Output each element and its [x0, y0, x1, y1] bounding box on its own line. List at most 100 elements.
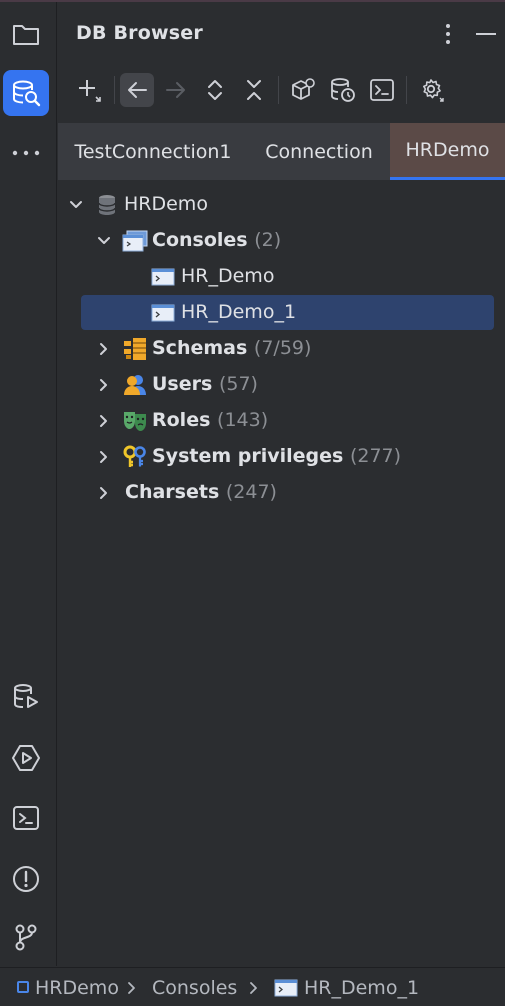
back-icon	[128, 82, 147, 98]
collapse-all-button[interactable]	[237, 73, 271, 107]
toolbar-separator	[278, 76, 279, 104]
database-icon	[94, 193, 120, 217]
database-tree: HRDemo Consoles (2) HR_Demo HR_Demo_1 Sc…	[58, 186, 505, 966]
problems-tool-button[interactable]	[3, 856, 49, 902]
chevron-down-icon[interactable]	[67, 196, 85, 214]
item-count: (7/59)	[253, 337, 312, 359]
tab-testconnection1[interactable]: TestConnection1	[58, 123, 248, 180]
connection-tabs: TestConnection1 Connection HRDemo	[58, 123, 505, 180]
services-tool-button[interactable]	[3, 735, 49, 781]
status-bar-breadcrumb: HRDemo Consoles HR_Demo_1	[0, 967, 505, 1006]
more-tools-button[interactable]	[3, 130, 49, 176]
chevron-right-icon[interactable]	[95, 340, 113, 358]
chevron-right-icon	[246, 980, 262, 996]
tree-node-console[interactable]: HR_Demo	[58, 259, 505, 295]
console-item-icon	[150, 265, 176, 289]
open-console-button[interactable]	[365, 73, 399, 107]
toolbar	[58, 68, 505, 114]
tree-node-console[interactable]: HR_Demo_1	[58, 295, 505, 331]
add-connection-icon	[79, 80, 101, 102]
tree-node-system-privileges[interactable]: System privileges (277)	[58, 439, 505, 475]
item-count: (143)	[217, 409, 269, 431]
breadcrumb-item[interactable]: HRDemo	[35, 977, 119, 999]
forward-icon	[166, 82, 185, 98]
db-browser-icon	[13, 80, 41, 107]
expand-all-icon	[208, 80, 222, 100]
chevron-right-icon	[124, 980, 140, 996]
chevron-right-icon[interactable]	[95, 412, 113, 430]
more-vertical-icon	[446, 24, 450, 44]
privileges-icon	[122, 445, 148, 469]
project-tool-button[interactable]	[3, 12, 49, 58]
settings-icon	[423, 79, 444, 102]
tab-label: Connection	[265, 140, 373, 163]
item-count: (57)	[218, 373, 258, 395]
object-properties-icon	[292, 78, 315, 100]
console-item-icon	[150, 301, 176, 325]
roles-icon	[122, 409, 148, 433]
tree-node-label: Consoles (2)	[152, 229, 282, 251]
tab-hrdemo[interactable]: HRDemo	[390, 123, 505, 180]
tree-node-label: HRDemo	[124, 193, 208, 215]
item-count: (2)	[254, 229, 282, 251]
consoles-icon	[122, 229, 148, 253]
expand-all-button[interactable]	[198, 73, 232, 107]
settings-button[interactable]	[415, 73, 449, 107]
hide-button[interactable]	[472, 20, 500, 48]
tree-node-charsets[interactable]: Charsets (247)	[58, 475, 505, 511]
tree-node-consoles[interactable]: Consoles (2)	[58, 223, 505, 259]
tree-node-label: Users (57)	[152, 373, 258, 395]
chevron-down-icon[interactable]	[95, 232, 113, 250]
toolbar-separator	[114, 76, 115, 104]
collapse-all-icon	[247, 80, 261, 100]
item-count: (277)	[349, 445, 402, 467]
terminal-icon	[13, 806, 39, 830]
tree-node-label: HR_Demo	[181, 265, 275, 287]
options-menu-button[interactable]	[436, 20, 460, 48]
tab-label: TestConnection1	[74, 140, 232, 163]
chevron-right-icon[interactable]	[95, 484, 113, 502]
terminal-tool-button[interactable]	[3, 795, 49, 841]
breadcrumb-item[interactable]: HR_Demo_1	[304, 977, 419, 999]
users-icon	[122, 373, 148, 397]
tool-window-title: DB Browser	[76, 22, 203, 44]
tool-window-stripe	[0, 2, 57, 966]
connection-icon	[17, 981, 29, 993]
db-execution-icon	[14, 684, 38, 708]
tree-node-label: Roles (143)	[152, 409, 269, 431]
forward-button[interactable]	[159, 73, 193, 107]
add-connection-button[interactable]	[72, 73, 106, 107]
object-properties-button[interactable]	[286, 73, 320, 107]
schemas-icon	[122, 337, 148, 361]
tool-window-header: DB Browser	[58, 2, 505, 66]
db-session-icon	[331, 78, 355, 102]
chevron-right-icon[interactable]	[95, 376, 113, 394]
db-sessions-button[interactable]	[326, 73, 360, 107]
item-count: (247)	[225, 481, 277, 503]
tree-node-label: HR_Demo_1	[181, 301, 297, 323]
more-horizontal-icon	[12, 150, 40, 156]
folder-icon	[13, 25, 39, 45]
db-execution-tool-button[interactable]	[3, 674, 49, 720]
tree-node-users[interactable]: Users (57)	[58, 367, 505, 403]
tree-node-roles[interactable]: Roles (143)	[58, 403, 505, 439]
tree-node-label: System privileges (277)	[152, 445, 402, 467]
chevron-right-icon[interactable]	[95, 448, 113, 466]
git-icon	[15, 924, 37, 951]
console-icon	[370, 79, 394, 101]
back-button[interactable]	[120, 73, 154, 107]
git-tool-button[interactable]	[3, 914, 49, 960]
tab-label: HRDemo	[405, 139, 490, 161]
services-icon	[12, 745, 40, 771]
tree-node-schemas[interactable]: Schemas (7/59)	[58, 331, 505, 367]
toolbar-separator	[406, 76, 407, 104]
db-browser-tool-button[interactable]	[3, 70, 49, 116]
tab-connection[interactable]: Connection	[248, 123, 390, 180]
problems-icon	[13, 866, 39, 892]
tree-node-label: Charsets (247)	[125, 481, 277, 503]
minimize-icon	[476, 33, 496, 35]
console-item-icon	[274, 979, 298, 1001]
tree-node-label: Schemas (7/59)	[152, 337, 312, 359]
breadcrumb-item[interactable]: Consoles	[152, 977, 237, 999]
tree-node-root[interactable]: HRDemo	[58, 187, 505, 223]
